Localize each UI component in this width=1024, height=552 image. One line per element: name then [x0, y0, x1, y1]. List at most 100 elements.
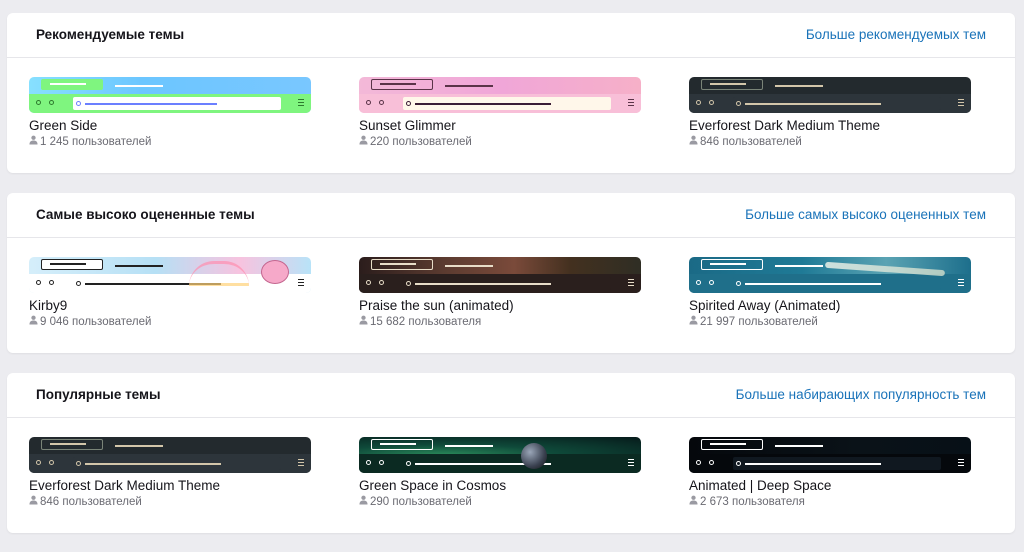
theme-name: Praise the sun (animated) — [359, 298, 514, 313]
theme-card[interactable]: Animated | Deep Space 2 673 пользователя — [689, 437, 971, 508]
preview-tab-title — [380, 83, 416, 85]
preview-url-bar — [733, 457, 941, 470]
preview-tab-title — [710, 263, 746, 265]
user-icon — [29, 135, 40, 148]
more-themes-link[interactable]: Больше набирающих популярность тем — [736, 387, 986, 402]
preview-active-tab — [371, 259, 433, 270]
theme-preview[interactable] — [689, 257, 971, 293]
preview-active-tab — [701, 439, 763, 450]
theme-name: Green Space in Cosmos — [359, 478, 507, 493]
preview-tab-title — [115, 265, 163, 267]
theme-user-count: 2 673 пользователя — [689, 495, 971, 508]
preview-url-text — [415, 103, 551, 105]
preview-nav-button-icon — [379, 460, 384, 465]
theme-card[interactable]: Sunset Glimmer 220 пользователей — [359, 77, 641, 148]
more-themes-link[interactable]: Больше самых высоко оцененных тем — [745, 207, 986, 222]
preview-nav-button-icon — [696, 100, 701, 105]
preview-nav-button-icon — [709, 100, 714, 105]
theme-preview[interactable] — [359, 77, 641, 113]
preview-active-tab — [701, 259, 763, 270]
theme-user-count: 9 046 пользователей — [29, 315, 311, 328]
preview-tab-title — [445, 265, 493, 267]
preview-tab-strip — [359, 437, 641, 454]
preview-url-icon — [406, 101, 411, 106]
theme-preview[interactable] — [29, 437, 311, 473]
preview-nav-button-icon — [709, 280, 714, 285]
theme-name: Kirby9 — [29, 298, 68, 313]
preview-nav-button-icon — [366, 100, 371, 105]
user-icon — [689, 495, 700, 508]
preview-tab-title — [50, 263, 86, 265]
preview-nav-button-icon — [366, 280, 371, 285]
user-count-text: 21 997 пользователей — [700, 315, 818, 328]
preview-tab-title — [380, 263, 416, 265]
theme-preview[interactable] — [359, 437, 641, 473]
preview-menu-icon — [958, 99, 964, 106]
preview-tab-strip — [29, 77, 311, 94]
user-count-text: 290 пользователей — [370, 495, 472, 508]
theme-preview[interactable] — [29, 257, 311, 293]
preview-tab-title — [50, 83, 86, 85]
preview-active-tab — [41, 439, 103, 450]
preview-nav-button-icon — [696, 280, 701, 285]
theme-card[interactable]: Green Side 1 245 пользователей — [29, 77, 311, 148]
theme-preview[interactable] — [359, 257, 641, 293]
preview-tab-title — [775, 85, 823, 87]
theme-card[interactable]: Spirited Away (Animated) 21 997 пользоват… — [689, 257, 971, 328]
preview-nav-button-icon — [36, 100, 41, 105]
preview-tab-strip — [359, 257, 641, 274]
preview-nav-button-icon — [366, 460, 371, 465]
preview-url-text — [745, 103, 881, 105]
preview-active-tab — [701, 79, 763, 90]
theme-card[interactable]: Everforest Dark Medium Theme 846 пользова… — [29, 437, 311, 508]
theme-user-count: 846 пользователей — [689, 135, 971, 148]
preview-nav-button-icon — [379, 280, 384, 285]
preview-url-icon — [736, 281, 741, 286]
theme-section: Популярные темы Больше набирающих популяр… — [7, 373, 1015, 533]
preview-active-tab — [371, 439, 433, 450]
kirby-illustration — [261, 260, 289, 284]
user-icon — [359, 495, 370, 508]
theme-preview[interactable] — [29, 77, 311, 113]
preview-url-bar — [403, 277, 611, 290]
preview-menu-icon — [628, 459, 634, 466]
preview-url-bar — [403, 457, 611, 470]
preview-active-tab — [41, 79, 103, 90]
theme-card[interactable]: Everforest Dark Medium Theme 846 пользова… — [689, 77, 971, 148]
theme-card[interactable]: Kirby9 9 046 пользователей — [29, 257, 311, 328]
theme-preview[interactable] — [689, 77, 971, 113]
more-themes-link[interactable]: Больше рекомендуемых тем — [806, 27, 986, 42]
preview-url-bar — [73, 457, 281, 470]
preview-menu-icon — [298, 279, 304, 286]
preview-nav-bar — [689, 94, 971, 113]
preview-menu-icon — [958, 279, 964, 286]
theme-card[interactable]: Praise the sun (animated) 15 682 пользова… — [359, 257, 641, 328]
preview-url-icon — [406, 281, 411, 286]
preview-tab-strip — [29, 437, 311, 454]
theme-card[interactable]: Green Space in Cosmos 290 пользователей — [359, 437, 641, 508]
theme-name: Everforest Dark Medium Theme — [689, 118, 881, 133]
section-title: Популярные темы — [36, 387, 161, 402]
preview-nav-button-icon — [49, 100, 54, 105]
preview-url-text — [85, 463, 221, 465]
user-icon — [359, 315, 370, 328]
preview-url-icon — [736, 101, 741, 106]
preview-nav-button-icon — [49, 460, 54, 465]
preview-tab-title — [710, 443, 746, 445]
preview-nav-bar — [359, 274, 641, 293]
preview-menu-icon — [298, 99, 304, 106]
preview-tab-title — [775, 445, 823, 447]
theme-preview[interactable] — [689, 437, 971, 473]
preview-url-icon — [76, 281, 81, 286]
user-icon — [689, 135, 700, 148]
theme-user-count: 21 997 пользователей — [689, 315, 971, 328]
preview-tab-title — [380, 443, 416, 445]
section-header: Популярные темы Больше набирающих популяр… — [7, 373, 1015, 418]
preview-url-text — [85, 103, 217, 105]
preview-menu-icon — [628, 279, 634, 286]
user-count-text: 846 пользователей — [700, 135, 802, 148]
theme-user-count: 15 682 пользователя — [359, 315, 641, 328]
theme-name: Spirited Away (Animated) — [689, 298, 841, 313]
section-title: Самые высоко оцененные темы — [36, 207, 255, 222]
preview-nav-button-icon — [36, 280, 41, 285]
